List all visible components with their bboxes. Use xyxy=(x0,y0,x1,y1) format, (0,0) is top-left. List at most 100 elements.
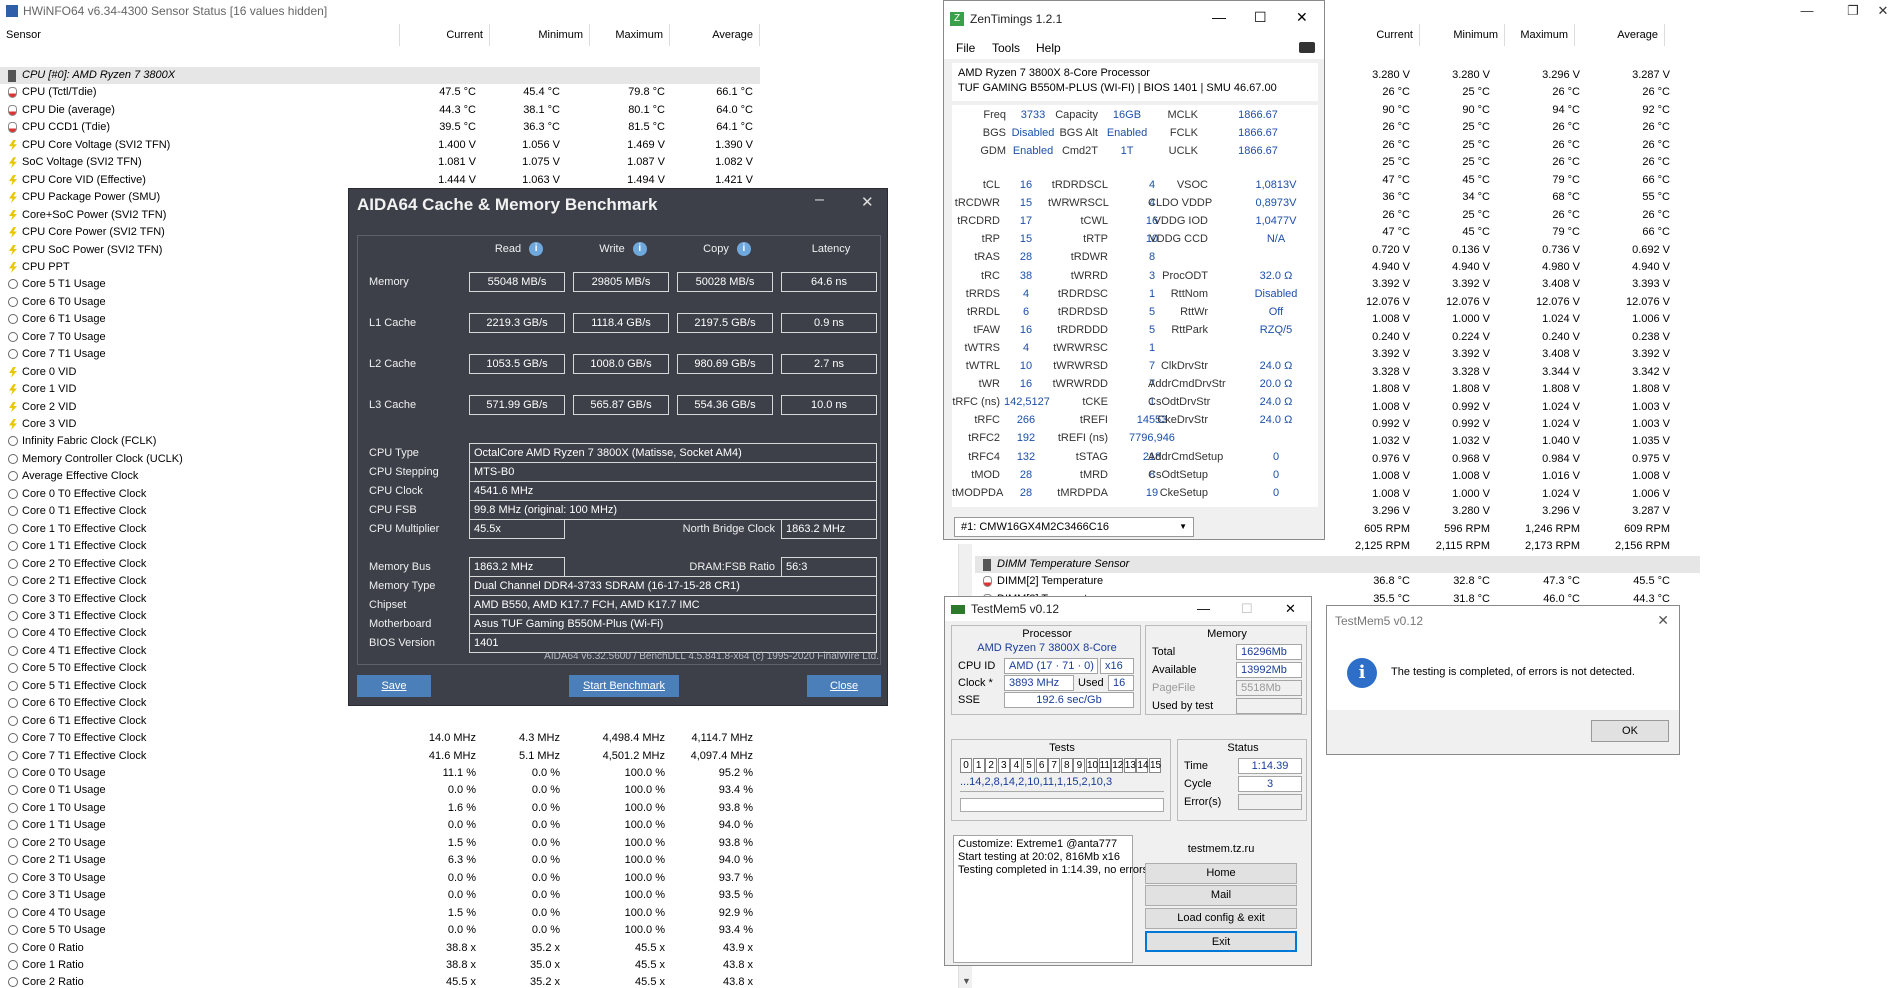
sensor-row-right[interactable]: 26 °C 25 °C 26 °C 26 °C xyxy=(1330,137,1700,154)
result-read: 2219.3 GB/s xyxy=(469,313,565,333)
aida-minimize-button[interactable]: – xyxy=(815,191,824,209)
sensor-row-right[interactable]: 1.008 V 0.992 V 1.024 V 1.003 V xyxy=(1330,399,1700,416)
column-header-3[interactable]: Maximum xyxy=(590,24,670,46)
load-config-button[interactable]: Load config & exit xyxy=(1145,908,1297,929)
sensor-row[interactable]: SoC Voltage (SVI2 TFN) 1.081 V 1.075 V 1.08… xyxy=(0,154,760,171)
right-column-header-2[interactable]: Maximum xyxy=(1495,24,1575,46)
sensor-row[interactable]: CPU CCD1 (Tdie) 39.5 °C 36.3 °C 81.5 °C 64.1… xyxy=(0,119,760,136)
average-value: 26 °C xyxy=(1642,208,1670,221)
sensor-row[interactable]: Core 2 T0 Usage 1.5 % 0.0 % 100.0 % 93.8 % xyxy=(0,835,760,852)
sensor-row[interactable]: Core 1 T1 Usage 0.0 % 0.0 % 100.0 % 94.0 % xyxy=(0,817,760,834)
minimize-button[interactable]: — xyxy=(1784,0,1830,22)
right-column-header-0[interactable]: Current xyxy=(1330,24,1420,46)
aida-close-button[interactable]: ✕ xyxy=(861,193,874,211)
sensor-row[interactable]: Core 3 T0 Usage 0.0 % 0.0 % 100.0 % 93.7 % xyxy=(0,870,760,887)
sensor-row-right[interactable]: 25 °C 25 °C 26 °C 26 °C xyxy=(1330,154,1700,171)
sensor-row[interactable]: CPU Core Voltage (SVI2 TFN) 1.400 V 1.056 … xyxy=(0,137,760,154)
sensor-row-right[interactable]: 2,125 RPM 2,115 RPM 2,173 RPM 2,156 RPM xyxy=(1330,538,1700,555)
camera-icon[interactable] xyxy=(1299,42,1315,53)
sensor-row-right[interactable]: 26 °C 25 °C 26 °C 26 °C xyxy=(1330,84,1700,101)
average-value: 1.008 V xyxy=(1632,470,1670,483)
menu-file[interactable]: File xyxy=(956,41,975,55)
sensor-row[interactable]: CPU Die (average) 44.3 °C 38.1 °C 80.1 °C 64… xyxy=(0,102,760,119)
sensor-row-right[interactable]: 0.976 V 0.968 V 0.984 V 0.975 V xyxy=(1330,451,1700,468)
home-button[interactable]: Home xyxy=(1145,863,1297,884)
exit-button[interactable]: Exit xyxy=(1145,931,1297,952)
column-header-4[interactable]: Average xyxy=(670,24,760,46)
info-icon[interactable]: i xyxy=(736,242,751,257)
sensor-row[interactable]: Core 0 T0 Usage 11.1 % 0.0 % 100.0 % 95.2 % xyxy=(0,765,760,782)
dialog-close-button[interactable]: ✕ xyxy=(1657,612,1669,629)
sensor-row-right[interactable]: 605 RPM 596 RPM 1,246 RPM 609 RPM xyxy=(1330,521,1700,538)
sensor-row[interactable]: CPU (Tctl/Tdie) 47.5 °C 45.4 °C 79.8 °C 66.1… xyxy=(0,84,760,101)
close-button[interactable]: Close xyxy=(807,675,881,697)
sensor-row[interactable]: Core 0 T1 Usage 0.0 % 0.0 % 100.0 % 93.4 % xyxy=(0,782,760,799)
save-button[interactable]: Save xyxy=(357,675,431,697)
sensor-row-right[interactable]: 1.008 V 1.008 V 1.016 V 1.008 V xyxy=(1330,468,1700,485)
ok-button[interactable]: OK xyxy=(1591,720,1669,742)
tm-close-button[interactable]: ✕ xyxy=(1285,601,1296,617)
zen-maximize-button[interactable]: ☐ xyxy=(1254,9,1267,26)
right-column-header-3[interactable]: Average xyxy=(1585,24,1665,46)
sensor-row-right[interactable]: 36 °C 34 °C 68 °C 55 °C xyxy=(1330,189,1700,206)
info-icon[interactable]: i xyxy=(632,242,647,257)
sensor-row[interactable]: Core 6 T1 Effective Clock xyxy=(0,713,760,730)
zen-module-select[interactable]: #1: CMW16GX4M2C3466C16 ▼ xyxy=(954,517,1194,537)
right-column-header-1[interactable]: Minimum xyxy=(1425,24,1505,46)
sensor-row[interactable]: DIMM[2] Temperature 36.8 °C 32.8 °C 47.3 °C… xyxy=(975,573,1700,590)
sensor-row-right[interactable]: 1.008 V 1.000 V 1.024 V 1.006 V xyxy=(1330,486,1700,503)
sensor-group-cpu[interactable]: CPU [#0]: AMD Ryzen 7 3800X xyxy=(0,67,760,84)
sensor-row[interactable]: Core 0 Ratio 38.8 x 35.2 x 45.5 x 43.9 x xyxy=(0,940,760,957)
maximum-value: 79 °C xyxy=(1552,173,1580,186)
sensor-row[interactable]: Core 7 T1 Effective Clock 41.6 MHz 5.1 MHz… xyxy=(0,748,760,765)
sensor-group-dimm[interactable]: DIMM Temperature Sensor xyxy=(975,555,1700,573)
sensor-row-right[interactable]: 0.992 V 0.992 V 1.024 V 1.003 V xyxy=(1330,416,1700,433)
sensor-row-right[interactable]: 3.392 V 3.392 V 3.408 V 3.392 V xyxy=(1330,346,1700,363)
sensor-row-right[interactable]: 26 °C 25 °C 26 °C 26 °C xyxy=(1330,119,1700,136)
sensor-row-right[interactable]: 26 °C 25 °C 26 °C 26 °C xyxy=(1330,207,1700,224)
sensor-row[interactable]: Core 3 T1 Usage 0.0 % 0.0 % 100.0 % 93.5 % xyxy=(0,887,760,904)
column-header-0[interactable]: Sensor xyxy=(0,24,400,46)
tm-maximize-button[interactable]: ☐ xyxy=(1241,601,1253,617)
menu-tools[interactable]: Tools xyxy=(992,41,1020,55)
sensor-row-right[interactable]: 0.240 V 0.224 V 0.240 V 0.238 V xyxy=(1330,329,1700,346)
log-textarea[interactable]: Customize: Extreme1 @anta777 Start testin… xyxy=(953,835,1151,963)
sensor-row[interactable]: Core 4 T0 Usage 1.5 % 0.0 % 100.0 % 92.9 % xyxy=(0,905,760,922)
sensor-row[interactable]: CPU Core VID (Effective) 1.444 V 1.063 V 1.… xyxy=(0,172,760,189)
scroll-down-arrow-icon[interactable]: ▼ xyxy=(962,976,971,986)
sensor-row-right[interactable]: 47 °C 45 °C 79 °C 66 °C xyxy=(1330,172,1700,189)
sensor-row-right[interactable]: 12.076 V 12.076 V 12.076 V 12.076 V xyxy=(1330,294,1700,311)
menu-help[interactable]: Help xyxy=(1036,41,1061,55)
average-value: 94.0 % xyxy=(718,854,753,867)
sensor-row-right[interactable]: 3.328 V 3.328 V 3.344 V 3.342 V xyxy=(1330,364,1700,381)
close-button[interactable]: ✕ xyxy=(1860,0,1900,22)
column-header-1[interactable]: Current xyxy=(400,24,490,46)
sensor-row[interactable]: Core 5 T0 Usage 0.0 % 0.0 % 100.0 % 93.4 % xyxy=(0,922,760,939)
sensor-row[interactable]: Core 1 T0 Usage 1.6 % 0.0 % 100.0 % 93.8 % xyxy=(0,800,760,817)
sensor-row[interactable]: Core 7 T0 Effective Clock 14.0 MHz 4.3 MHz… xyxy=(0,730,760,747)
zen-close-button[interactable]: ✕ xyxy=(1296,9,1308,26)
sensor-row-right[interactable]: 4.940 V 4.940 V 4.980 V 4.940 V xyxy=(1330,259,1700,276)
sensor-row-right[interactable]: 0.720 V 0.136 V 0.736 V 0.692 V xyxy=(1330,242,1700,259)
sensor-row-right[interactable]: 47 °C 45 °C 79 °C 66 °C xyxy=(1330,224,1700,241)
start-benchmark-button[interactable]: Start Benchmark xyxy=(569,675,679,697)
column-header-2[interactable]: Minimum xyxy=(490,24,590,46)
sensor-row[interactable]: Core 1 Ratio 38.8 x 35.0 x 45.5 x 43.8 x xyxy=(0,957,760,974)
zen-minimize-button[interactable]: — xyxy=(1212,9,1226,25)
current-value: 0.0 % xyxy=(447,819,476,832)
sensor-row-right[interactable]: 90 °C 90 °C 94 °C 92 °C xyxy=(1330,102,1700,119)
tm-minimize-button[interactable]: — xyxy=(1197,601,1210,616)
minimum-value: 0.224 V xyxy=(1452,330,1490,343)
cpuid-field: AMD (17 · 71 · 0) xyxy=(1004,658,1098,674)
mail-button[interactable]: Mail xyxy=(1145,885,1297,906)
timing-label: tRCDRD xyxy=(957,215,1000,228)
info-icon[interactable]: i xyxy=(529,242,544,257)
sensor-row-right[interactable]: 1.808 V 1.808 V 1.808 V 1.808 V xyxy=(1330,381,1700,398)
sensor-row-right[interactable]: 3.296 V 3.280 V 3.296 V 3.287 V xyxy=(1330,503,1700,520)
sensor-row-right[interactable]: 3.392 V 3.392 V 3.408 V 3.393 V xyxy=(1330,276,1700,293)
sensor-row-right[interactable]: 1.032 V 1.032 V 1.040 V 1.035 V xyxy=(1330,433,1700,450)
sensor-row[interactable]: Core 2 T1 Usage 6.3 % 0.0 % 100.0 % 94.0 % xyxy=(0,852,760,869)
sensor-row[interactable]: Core 2 Ratio 45.5 x 35.2 x 45.5 x 43.8 x xyxy=(0,974,760,988)
sensor-row-right[interactable]: 3.280 V 3.280 V 3.296 V 3.287 V xyxy=(1330,67,1700,84)
sensor-row-right[interactable]: 1.008 V 1.000 V 1.024 V 1.006 V xyxy=(1330,311,1700,328)
